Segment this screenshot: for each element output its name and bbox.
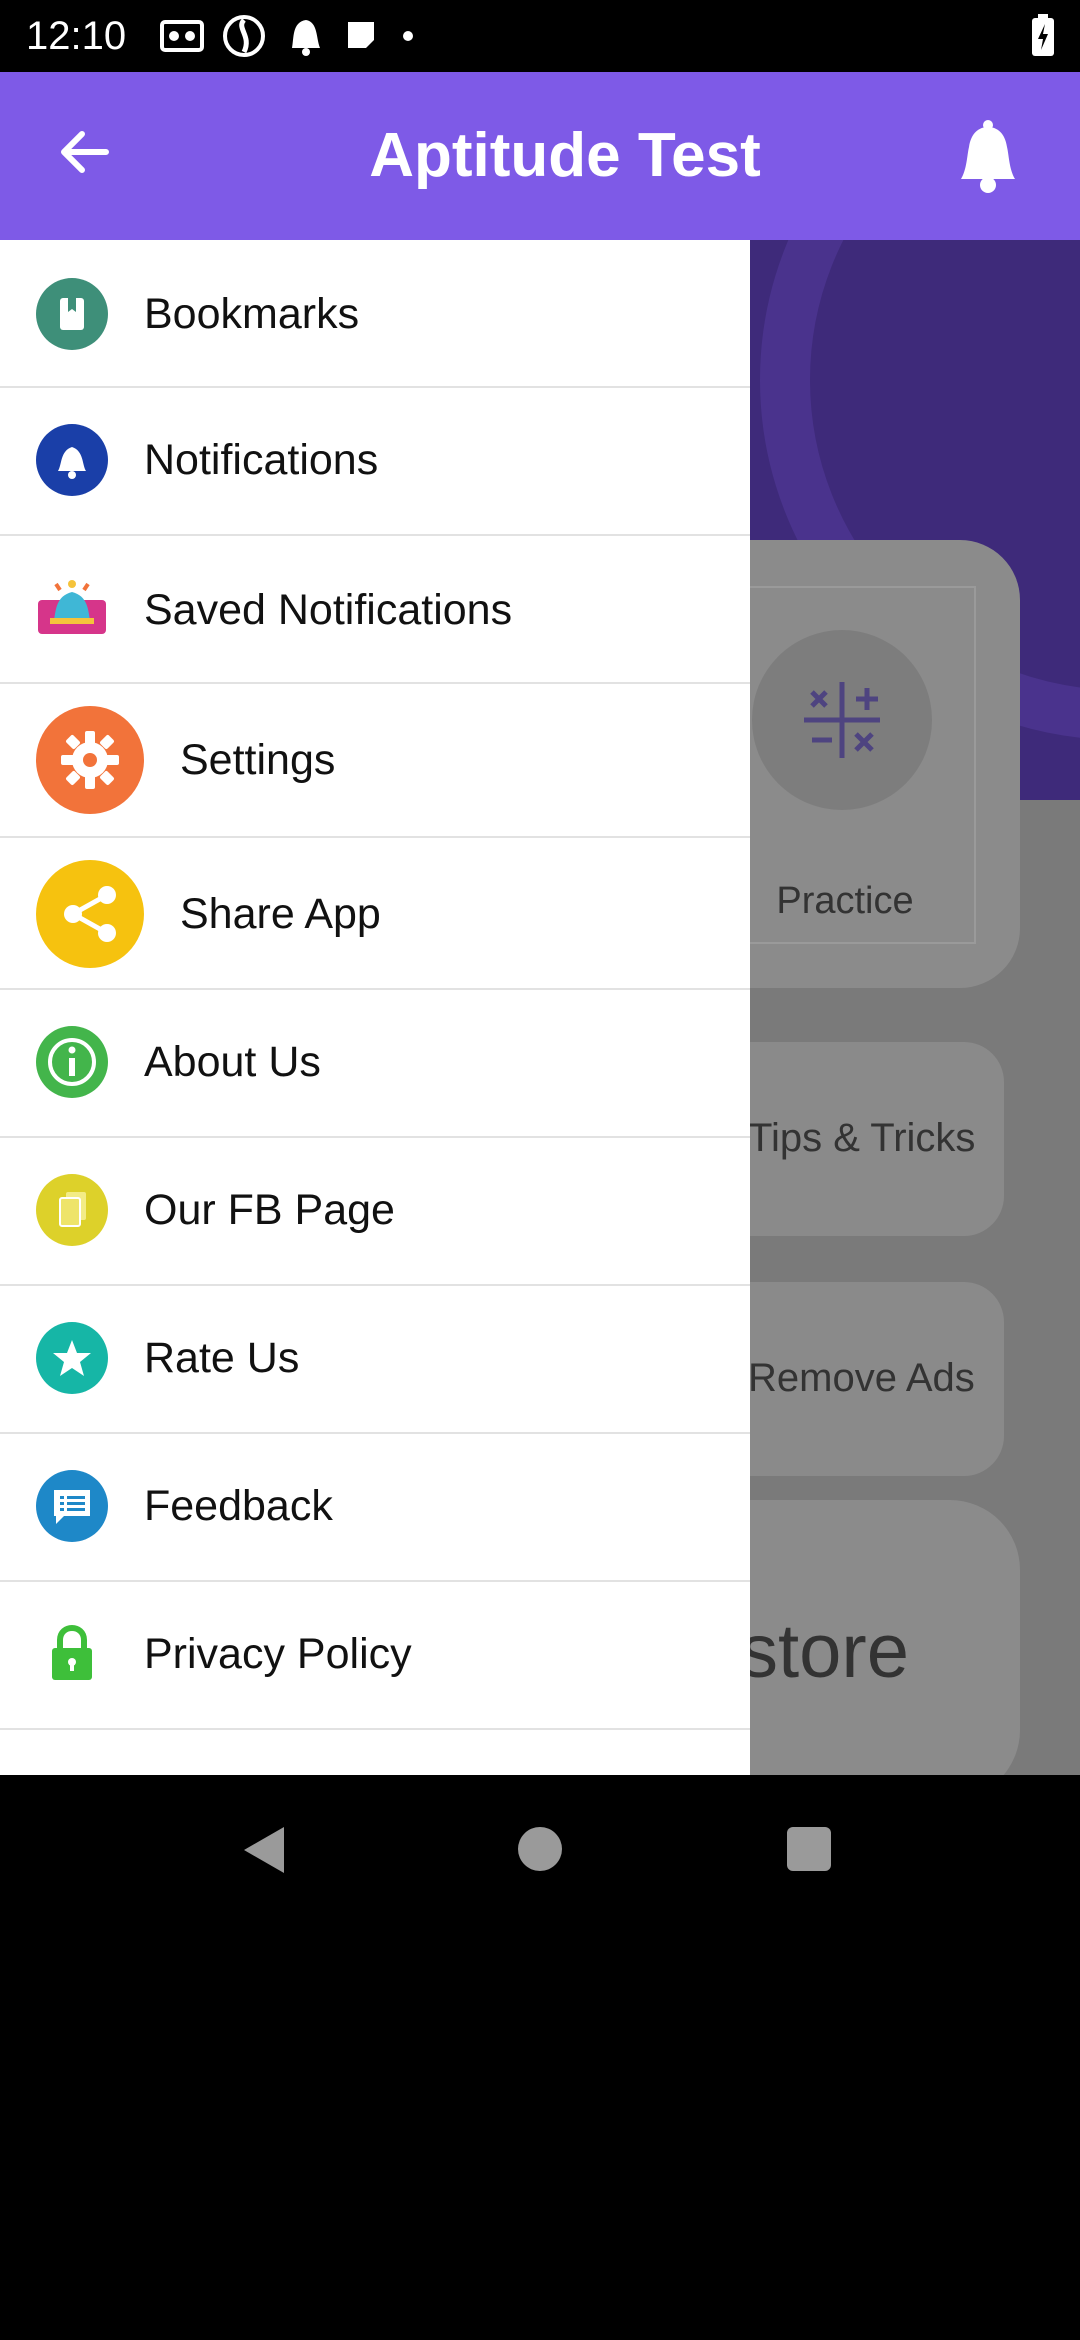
drawer-item-label: Share App [180,890,381,938]
pages-icon [36,1174,108,1246]
lock-icon [36,1618,108,1690]
drawer-item-label: Our FB Page [144,1186,395,1234]
store-label: store [740,1609,909,1694]
status-icons [160,14,418,58]
drawer-item-rate-us[interactable]: Rate Us [0,1286,750,1434]
nav-back-icon[interactable] [240,1823,288,1877]
drawer-item-about-us[interactable]: About Us [0,990,750,1138]
drawer-item-fb-page[interactable]: Our FB Page [0,1138,750,1286]
nav-recents-icon[interactable] [787,1827,831,1871]
gear-icon [36,706,144,814]
battery-charging-icon [1032,14,1054,56]
drawer-item-share-app[interactable]: Share App [0,838,750,990]
status-bar: 12:10 [0,0,1080,72]
bell-icon [961,120,1015,193]
note-notification-icon [348,22,374,48]
info-icon [36,1026,108,1098]
drawer-item-settings[interactable]: Settings [0,684,750,838]
drawer-item-label: Saved Notifications [144,586,513,634]
page-title: Aptitude Test [369,121,761,190]
photo-notification-icon [160,20,204,52]
share-icon [36,860,144,968]
drawer-item-label: Privacy Policy [144,1630,412,1678]
drawer-item-label: Settings [180,736,336,784]
drawer-item-privacy-policy[interactable]: Privacy Policy [0,1582,750,1730]
app-bar: Aptitude Test [0,72,1080,240]
system-nav-bar [0,1775,1080,1925]
drawer-item-label: About Us [144,1038,321,1086]
drawer-item-label: Feedback [144,1482,333,1530]
drawer-item-label: Notifications [144,436,379,484]
status-time: 12:10 [26,14,127,58]
tips-label: Tips & Tricks [748,1116,976,1160]
navigation-drawer: Bookmarks Notifications Saved Notificati… [0,240,750,1775]
drawer-item-bookmarks[interactable]: Bookmarks [0,240,750,388]
practice-icon-circle [752,630,932,810]
drawer-item-saved-notifications[interactable]: Saved Notifications [0,536,750,684]
dot-icon [403,31,413,41]
star-icon [36,1322,108,1394]
nav-home-icon[interactable] [518,1827,562,1871]
drawer-item-feedback[interactable]: Feedback [0,1434,750,1582]
drawer-item-label: Bookmarks [144,290,360,338]
drawer-item-label: Rate Us [144,1334,300,1382]
drawer-item-notifications[interactable]: Notifications [0,388,750,536]
bell-icon [36,424,108,496]
feedback-icon [36,1470,108,1542]
math-practice-icon [804,682,880,758]
bookmark-icon [36,278,108,350]
globe-notification-icon [223,15,265,57]
practice-label: Practice [776,880,914,922]
notifications-button[interactable] [948,114,1028,200]
bell-notification-icon [292,20,320,56]
remove-ads-label: Remove Ads [748,1356,975,1400]
saved-bell-icon [36,570,108,642]
